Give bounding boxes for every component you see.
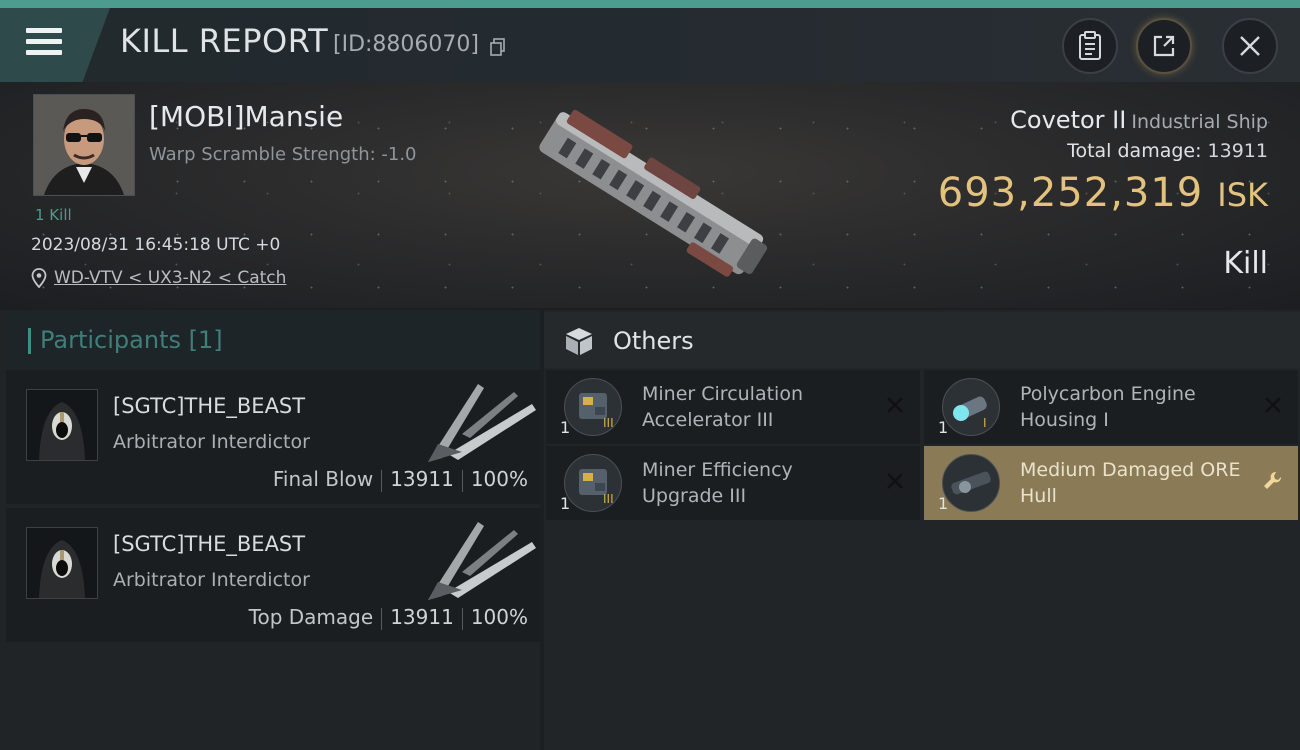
victim-panel: [MOBI]Mansie Warp Scramble Strength: -1.… [0, 82, 1300, 308]
pilot-portrait-image [34, 95, 134, 195]
ship-name[interactable]: Covetor II [1010, 106, 1126, 134]
total-damage-value: 13911 [1207, 140, 1268, 162]
isk-unit: ISK [1217, 176, 1268, 214]
participants-title-text: Participants [40, 326, 181, 354]
engine-housing-icon: I [953, 396, 987, 430]
participant-role: Final Blow [272, 467, 374, 491]
item-name: Miner Efficiency Upgrade III [642, 459, 793, 507]
warp-scramble-strength: Warp Scramble Strength: -1.0 [149, 144, 417, 165]
participant-percent: 100% [470, 605, 528, 629]
participant-name[interactable]: [SGTC]THE_BEAST [113, 394, 305, 418]
destroyed-x-icon [887, 473, 903, 489]
copy-icon[interactable] [490, 38, 506, 56]
victim-ship-name: Covetor II Industrial Ship [1010, 106, 1268, 134]
participant-ship-image [428, 522, 536, 600]
participant-percent: 100% [470, 467, 528, 491]
location-link[interactable]: WD-VTV < UX3-N2 < Catch [54, 268, 286, 288]
participant-damage: 13911 [390, 605, 454, 629]
top-accent-line [0, 0, 1300, 8]
item-quantity: 1 [938, 418, 949, 437]
destroyed-x-icon [887, 397, 903, 413]
victim-ship-image [539, 109, 768, 277]
hooded-pilot-icon [27, 528, 97, 598]
total-damage: Total damage: 13911 [1067, 140, 1268, 162]
menu-button[interactable] [0, 8, 110, 82]
participant-damage: 13911 [390, 467, 454, 491]
item-icon: III [564, 454, 622, 512]
participant-ship: Arbitrator Interdictor [113, 431, 310, 453]
participants-header: Participants [1] [6, 312, 540, 368]
svg-text:III: III [603, 492, 614, 506]
menu-icon [26, 28, 62, 58]
participant-role: Top Damage [248, 605, 374, 629]
isk-value-row: 693,252,319 ISK [938, 170, 1268, 216]
item-quantity: 1 [938, 494, 949, 513]
participant-ship: Arbitrator Interdictor [113, 569, 310, 591]
destroyed-x-icon [1265, 397, 1281, 413]
participants-panel: Participants [1] [SGTC]THE_BEAST Arbitra… [0, 310, 540, 750]
participant-row[interactable]: [SGTC]THE_BEAST Arbitrator Interdictor T… [6, 508, 540, 642]
participants-title: Participants [1] [40, 326, 223, 354]
item-icon [942, 454, 1000, 512]
close-button[interactable] [1222, 18, 1278, 74]
report-id: [ID:8806070] [333, 32, 479, 57]
item-icon: I [942, 378, 1000, 436]
location-pin-icon [31, 268, 47, 288]
item-quantity: 1 [560, 418, 571, 437]
kill-count: 1 Kill [35, 206, 72, 224]
share-button[interactable] [1136, 18, 1192, 74]
clipboard-button[interactable] [1062, 18, 1118, 74]
item-name: Miner Circulation Accelerator III [642, 383, 803, 431]
participant-stats: Final Blow 13911 100% [273, 467, 528, 492]
total-damage-label: Total damage: [1067, 140, 1202, 162]
victim-name[interactable]: [MOBI]Mansie [149, 100, 343, 133]
hooded-pilot-icon [27, 390, 97, 460]
box-icon [566, 328, 592, 355]
others-panel: Others III 1 Miner Circulation Accelerat… [544, 310, 1300, 750]
wrench-icon [1264, 471, 1282, 489]
kill-datetime: 2023/08/31 16:45:18 UTC +0 [31, 235, 281, 255]
page-title: KILL REPORT [120, 22, 329, 60]
participants-count: [1] [188, 326, 223, 354]
svg-text:I: I [983, 416, 987, 430]
share-icon [1153, 35, 1175, 57]
svg-text:III: III [603, 416, 614, 430]
report-type-label: Kill [1223, 246, 1268, 281]
participant-avatar[interactable] [26, 389, 98, 461]
others-title: Others [613, 327, 694, 355]
participant-stats: Top Damage 13911 100% [249, 605, 528, 630]
item-quantity: 1 [560, 494, 571, 513]
item-icon: III [564, 378, 622, 436]
clipboard-icon [1079, 31, 1101, 60]
item-name: Medium Damaged ORE Hull [1020, 459, 1241, 507]
item-slot[interactable]: I 1 Polycarbon Engine Housing I [924, 370, 1298, 444]
close-icon [1240, 36, 1260, 56]
participant-ship-image [428, 384, 536, 462]
item-name: Polycarbon Engine Housing I [1020, 383, 1196, 431]
item-slot[interactable]: III 1 Miner Efficiency Upgrade III [546, 446, 920, 520]
item-slot-dropped[interactable]: 1 Medium Damaged ORE Hull [924, 446, 1298, 520]
participant-avatar[interactable] [26, 527, 98, 599]
module-rig-icon: III [579, 469, 614, 506]
header-bar: KILL REPORT [ID:8806070] [0, 8, 1300, 82]
isk-value: 693,252,319 [937, 170, 1204, 216]
ship-class: Industrial Ship [1131, 111, 1268, 133]
item-slot[interactable]: III 1 Miner Circulation Accelerator III [546, 370, 920, 444]
participant-name[interactable]: [SGTC]THE_BEAST [113, 532, 305, 556]
participants-accent-bar [28, 328, 31, 354]
victim-portrait[interactable] [33, 94, 135, 196]
damaged-hull-icon [951, 471, 991, 495]
others-header: Others [544, 312, 1300, 368]
module-rig-icon: III [579, 393, 614, 430]
participant-row[interactable]: [SGTC]THE_BEAST Arbitrator Interdictor F… [6, 370, 540, 504]
